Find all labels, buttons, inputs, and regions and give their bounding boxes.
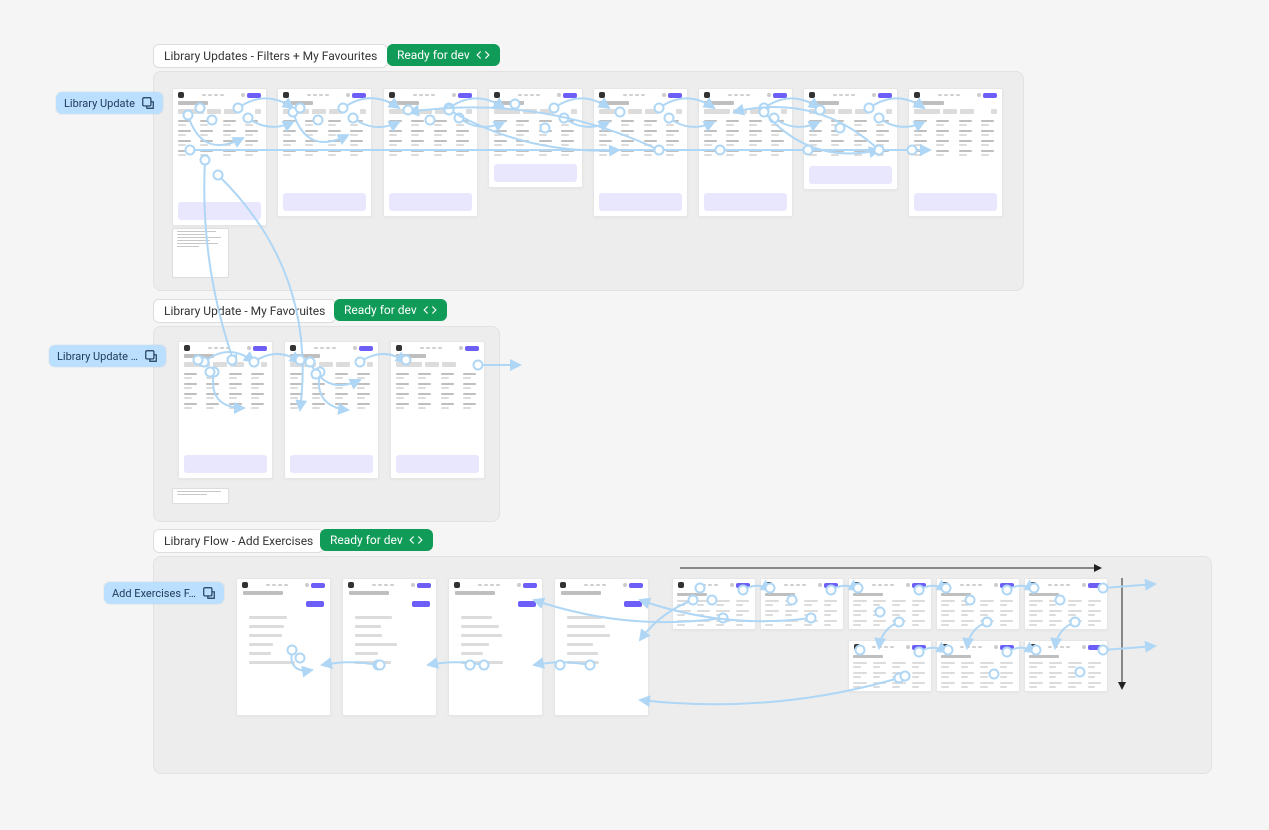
code-icon <box>409 533 423 547</box>
screen-frame[interactable] <box>803 88 898 190</box>
screen-frame[interactable] <box>236 578 331 716</box>
status-badge-1-text: Ready for dev <box>397 48 470 62</box>
screen-frame[interactable] <box>390 341 485 479</box>
screen-frame[interactable] <box>848 640 932 692</box>
screen-frame[interactable] <box>383 88 478 217</box>
screen-frame[interactable] <box>593 88 688 217</box>
section-title-3[interactable]: Library Flow - Add Exercises <box>153 529 324 553</box>
section-title-3-text: Library Flow - Add Exercises <box>164 534 313 548</box>
screen-frame[interactable] <box>848 578 932 630</box>
screen-frame[interactable] <box>448 578 543 716</box>
flow-label-1-text: Library Update <box>64 97 135 110</box>
section-title-2[interactable]: Library Update - My Favoruites <box>153 299 336 323</box>
flow-link-icon <box>202 586 216 600</box>
screen-frame[interactable] <box>1024 640 1108 692</box>
screen-frame[interactable] <box>284 341 379 479</box>
screen-frame[interactable] <box>936 578 1020 630</box>
code-icon <box>423 303 437 317</box>
screen-frame[interactable] <box>672 578 756 630</box>
screen-frame[interactable] <box>554 578 649 716</box>
section-title-2-text: Library Update - My Favoruites <box>164 304 325 318</box>
screen-frame[interactable] <box>908 88 1003 217</box>
sticky-note[interactable] <box>172 228 229 278</box>
screen-frame[interactable] <box>178 341 273 479</box>
screen-frame[interactable] <box>277 88 372 217</box>
status-badge-2-text: Ready for dev <box>344 303 417 317</box>
screen-frame[interactable] <box>1024 578 1108 630</box>
screen-frame[interactable] <box>488 88 583 188</box>
flow-link-icon <box>141 96 155 110</box>
code-icon <box>476 48 490 62</box>
screen-frame[interactable] <box>342 578 437 716</box>
flow-label-2[interactable]: Library Update … <box>49 345 166 367</box>
flow-label-3[interactable]: Add Exercises F… <box>104 582 224 604</box>
status-badge-2[interactable]: Ready for dev <box>334 299 447 321</box>
section-title-1-text: Library Updates - Filters + My Favourite… <box>164 49 377 63</box>
section-title-1[interactable]: Library Updates - Filters + My Favourite… <box>153 44 388 68</box>
sticky-note[interactable] <box>172 488 229 504</box>
screen-frame[interactable] <box>698 88 793 217</box>
flow-label-1[interactable]: Library Update <box>56 92 163 114</box>
screen-frame[interactable] <box>760 578 844 630</box>
screen-frame[interactable] <box>172 88 267 226</box>
flow-label-3-text: Add Exercises F… <box>112 587 196 600</box>
flow-label-2-text: Library Update … <box>57 350 138 363</box>
screen-frame[interactable] <box>936 640 1020 692</box>
status-badge-3-text: Ready for dev <box>330 533 403 547</box>
status-badge-3[interactable]: Ready for dev <box>320 529 433 551</box>
flow-link-icon <box>144 349 158 363</box>
status-badge-1[interactable]: Ready for dev <box>387 44 500 66</box>
